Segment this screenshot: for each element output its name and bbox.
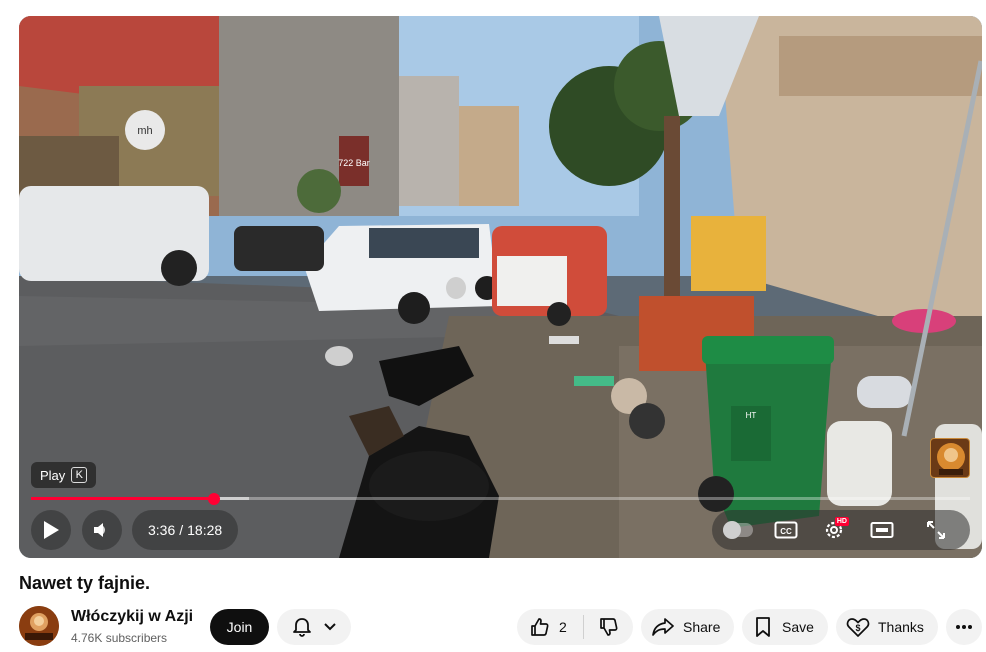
play-icon: [44, 521, 59, 539]
notifications-button[interactable]: [277, 609, 351, 645]
current-time: 3:36: [148, 522, 176, 538]
svg-text:$: $: [855, 623, 860, 633]
captions-icon: CC: [774, 521, 798, 539]
more-actions-button[interactable]: [946, 609, 982, 645]
subscriber-count: 4.76K subscribers: [71, 631, 168, 645]
share-button[interactable]: Share: [641, 609, 734, 645]
scene-shop-logo: mh: [137, 125, 152, 137]
chevron-down-icon: [324, 623, 336, 631]
theater-icon: [870, 522, 894, 538]
volume-button[interactable]: [82, 510, 122, 550]
save-button[interactable]: Save: [742, 609, 828, 645]
like-dislike-group: 2: [517, 609, 633, 645]
thanks-button[interactable]: $ Thanks: [836, 609, 938, 645]
like-button[interactable]: 2: [517, 609, 583, 645]
captions-button[interactable]: CC: [766, 510, 806, 550]
watermark-logo-icon: [937, 443, 965, 475]
thumbs-up-icon: [531, 618, 549, 636]
progress-bar[interactable]: [31, 493, 970, 505]
scene-bar-sign: 722 Bar: [338, 158, 370, 168]
channel-avatar[interactable]: [19, 606, 59, 646]
join-button[interactable]: Join: [210, 609, 269, 645]
play-tooltip: Play K: [31, 462, 97, 488]
thumbs-down-icon: [599, 618, 618, 636]
channel-name[interactable]: Włóczykij w Azji: [71, 608, 193, 626]
play-button[interactable]: [31, 510, 71, 550]
tooltip-label: Play: [40, 467, 66, 483]
autoplay-toggle-icon: [723, 521, 753, 539]
tooltip-shortcut: K: [71, 467, 88, 483]
share-label: Share: [683, 619, 721, 635]
like-count: 2: [559, 619, 567, 635]
time-display: 3:36 / 18:28: [132, 510, 239, 550]
bookmark-icon: [756, 617, 770, 637]
channel-watermark[interactable]: [930, 438, 970, 478]
right-controls: CC HD: [712, 510, 970, 550]
svg-text:CC: CC: [780, 527, 792, 536]
autoplay-toggle[interactable]: [718, 510, 758, 550]
video-title: Nawet ty fajnie.: [19, 573, 151, 593]
more-horizontal-icon: [956, 625, 972, 629]
volume-icon: [94, 523, 105, 537]
share-icon: [652, 618, 674, 636]
bell-icon: [293, 618, 311, 637]
save-label: Save: [782, 619, 814, 635]
thanks-label: Thanks: [878, 619, 924, 635]
progress-played: [31, 497, 215, 500]
scene-bin-label: HT: [746, 411, 757, 420]
hd-badge: HD: [834, 517, 849, 526]
settings-button[interactable]: HD: [814, 510, 854, 550]
video-player[interactable]: mh 722 Bar HT Play K 3:36 / 18:28 CC HD: [19, 16, 982, 558]
super-thanks-icon: $: [846, 618, 870, 637]
video-frame: mh 722 Bar HT: [19, 16, 982, 558]
duration: 18:28: [187, 522, 223, 538]
time-separator: /: [179, 522, 184, 538]
channel-avatar-image: [19, 606, 59, 646]
progress-scrubber[interactable]: [208, 493, 221, 505]
theater-mode-button[interactable]: [862, 510, 902, 550]
fullscreen-icon: [927, 521, 945, 539]
dislike-button[interactable]: [584, 609, 633, 645]
fullscreen-button[interactable]: [916, 510, 956, 550]
